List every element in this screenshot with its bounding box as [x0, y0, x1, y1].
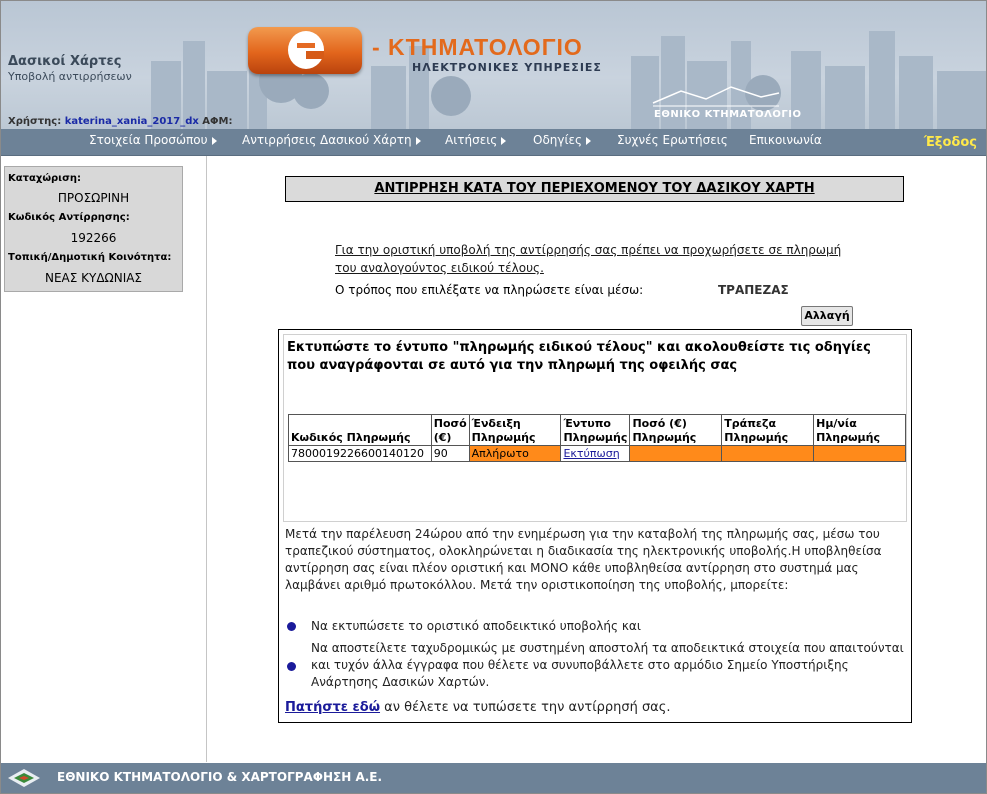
community-label: Τοπική/Δημοτική Κοινότητα:: [8, 252, 172, 263]
print-form-cell: Εκτύπωση: [560, 445, 631, 462]
col-payment-form: Έντυπο Πληρωμής: [560, 414, 631, 446]
col-bank: Τράπεζα Πληρωμής: [721, 414, 815, 446]
main-menu: Στοιχεία Προσώπου Αντιρρήσεις Δασικού Χά…: [1, 129, 986, 156]
print-link[interactable]: Εκτύπωση: [563, 447, 619, 460]
page-frame: Δασικοί Χάρτες Υποβολή αντιρρήσεων - ΚΤΗ…: [0, 0, 987, 794]
chevron-right-icon: [415, 136, 421, 145]
paid-amount-cell: [629, 445, 723, 462]
print-objection-line: Πατήστε εδώ αν θέλετε να τυπώσετε την αν…: [285, 700, 671, 715]
payment-table: Κωδικός Πληρωμής Ποσό (€) Ένδειξη Πληρωμ…: [288, 414, 906, 462]
left-sidebar: Καταχώριση: ΠΡΟΣΩΡΙΝΗ Κωδικός Αντίρρησης…: [1, 156, 207, 762]
bullet-icon: [287, 662, 296, 671]
col-payment-date: Ημ/νία Πληρωμής: [813, 414, 906, 446]
bullet-text: Να εκτυπώσετε το οριστικό αποδεικτικό υπ…: [311, 619, 641, 633]
menu-item-personal-info[interactable]: Στοιχεία Προσώπου: [89, 133, 217, 147]
post-payment-info: Μετά την παρέλευση 24ώρου από την ενημέρ…: [285, 527, 882, 592]
col-payment-status: Ένδειξη Πληρωμής: [468, 414, 562, 446]
app-title: Δασικοί Χάρτες: [8, 54, 122, 69]
menu-item-label: Αντιρρήσεις Δασικού Χάρτη: [242, 133, 412, 147]
site-header: Δασικοί Χάρτες Υποβολή αντιρρήσεων - ΚΤΗ…: [1, 1, 986, 129]
change-method-button[interactable]: Αλλαγή: [801, 306, 853, 326]
menu-item-label: Επικοινωνία: [749, 133, 822, 147]
menu-item-applications[interactable]: Αιτήσεις: [445, 133, 507, 147]
chevron-right-icon: [501, 136, 507, 145]
exit-link[interactable]: Έξοδος: [924, 135, 977, 150]
page-title-box: ΑΝΤΙΡΡΗΣΗ ΚΑΤΑ ΤΟΥ ΠΕΡΙΕΧΟΜΕΝΟΥ ΤΟΥ ΔΑΣΙ…: [285, 176, 904, 202]
payment-method-label: Ο τρόπος που επιλέξατε να πληρώσετε είνα…: [335, 283, 644, 297]
col-amount: Ποσό (€): [430, 414, 470, 446]
table-header-row: Κωδικός Πληρωμής Ποσό (€) Ένδειξη Πληρωμ…: [288, 414, 906, 446]
site-footer: ΕΘΝΙΚΟ ΚΤΗΜΑΤΟΛΟΓΙΟ & ΧΑΡΤΟΓΡΑΦΗΣΗ Α.Ε.: [1, 763, 986, 793]
table-row: 7800019226600140120 90 Απλήρωτο Εκτύπωση: [288, 445, 906, 462]
menu-item-label: Οδηγίες: [533, 133, 583, 147]
brand-title: - ΚΤΗΜΑΤΟΛΟΓΙΟ: [372, 34, 583, 60]
username: katerina_xania_2017_dx: [64, 116, 199, 127]
community-value: ΝΕΑΣ ΚΥΔΩΝΙΑΣ: [44, 271, 143, 285]
footer-org-name: ΕΘΝΙΚΟ ΚΤΗΜΑΤΟΛΟΓΙΟ & ΧΑΡΤΟΓΡΑΦΗΣΗ Α.Ε.: [57, 770, 383, 784]
date-cell: [813, 445, 906, 462]
registration-label: Καταχώριση:: [8, 173, 81, 184]
e-logo-icon: [248, 27, 362, 74]
bullet-icon: [287, 622, 296, 631]
menu-item-instructions[interactable]: Οδηγίες: [533, 133, 592, 147]
bullet-text: Να αποστείλετε ταχυδρομικώς με συστημένη…: [311, 641, 904, 689]
menu-item-label: Αιτήσεις: [445, 133, 498, 147]
menu-item-contact[interactable]: Επικοινωνία: [749, 133, 822, 147]
payment-code-cell: 7800019226600140120: [288, 445, 432, 462]
brand-subtitle: ΗΛΕΚΤΡΟΝΙΚΕΣ ΥΠΗΡΕΣΙΕΣ: [412, 61, 602, 74]
menu-item-faq[interactable]: Συχνές Ερωτήσεις: [617, 133, 728, 147]
registration-value: ΠΡΟΣΩΡΙΝΗ: [57, 191, 130, 205]
menu-item-objections[interactable]: Αντιρρήσεις Δασικού Χάρτη: [242, 133, 421, 147]
objection-code-label: Κωδικός Αντίρρησης:: [8, 212, 130, 223]
user-label: Χρήστης:: [8, 116, 62, 127]
app-subtitle: Υποβολή αντιρρήσεων: [8, 70, 132, 83]
click-here-rest: αν θέλετε να τυπώσετε την αντίρρησή σας.: [380, 700, 671, 715]
afm-label: ΑΦΜ:: [202, 116, 233, 127]
page-title: ΑΝΤΙΡΡΗΣΗ ΚΑΤΑ ΤΟΥ ΠΕΡΙΕΧΟΜΕΝΟΥ ΤΟΥ ΔΑΣΙ…: [374, 181, 815, 196]
payment-notice: Για την οριστική υποβολή της αντίρρησής …: [335, 243, 842, 275]
amount-cell: 90: [430, 445, 470, 462]
menu-item-label: Συχνές Ερωτήσεις: [617, 133, 728, 147]
payment-method-value: ΤΡΑΠΕΖΑΣ: [718, 283, 789, 297]
chevron-right-icon: [586, 136, 592, 145]
objection-info-box: Καταχώριση: ΠΡΟΣΩΡΙΝΗ Κωδικός Αντίρρησης…: [4, 166, 183, 292]
chevron-right-icon: [211, 136, 217, 145]
col-payment-code: Κωδικός Πληρωμής: [288, 414, 432, 446]
print-instructions: Εκτυπώστε το έντυπο "πληρωμής ειδικού τέ…: [287, 340, 871, 373]
bank-cell: [721, 445, 815, 462]
menu-item-label: Στοιχεία Προσώπου: [89, 133, 208, 147]
org-logo-icon: [8, 769, 40, 787]
col-paid-amount: Ποσό (€) Πληρωμής: [629, 414, 723, 446]
user-info: Χρήστης: katerina_xania_2017_dx ΑΦΜ:: [8, 116, 233, 127]
status-cell: Απλήρωτο: [468, 445, 562, 462]
org-logo-text: ΕΘΝΙΚΟ ΚΤΗΜΑΤΟΛΟΓΙΟ: [654, 109, 802, 120]
payment-instructions-box: Εκτυπώστε το έντυπο "πληρωμής ειδικού τέ…: [283, 334, 907, 522]
objection-code-value: 192266: [70, 231, 117, 245]
payment-panel: Εκτυπώστε το έντυπο "πληρωμής ειδικού τέ…: [278, 329, 912, 723]
click-here-link[interactable]: Πατήστε εδώ: [285, 700, 380, 715]
